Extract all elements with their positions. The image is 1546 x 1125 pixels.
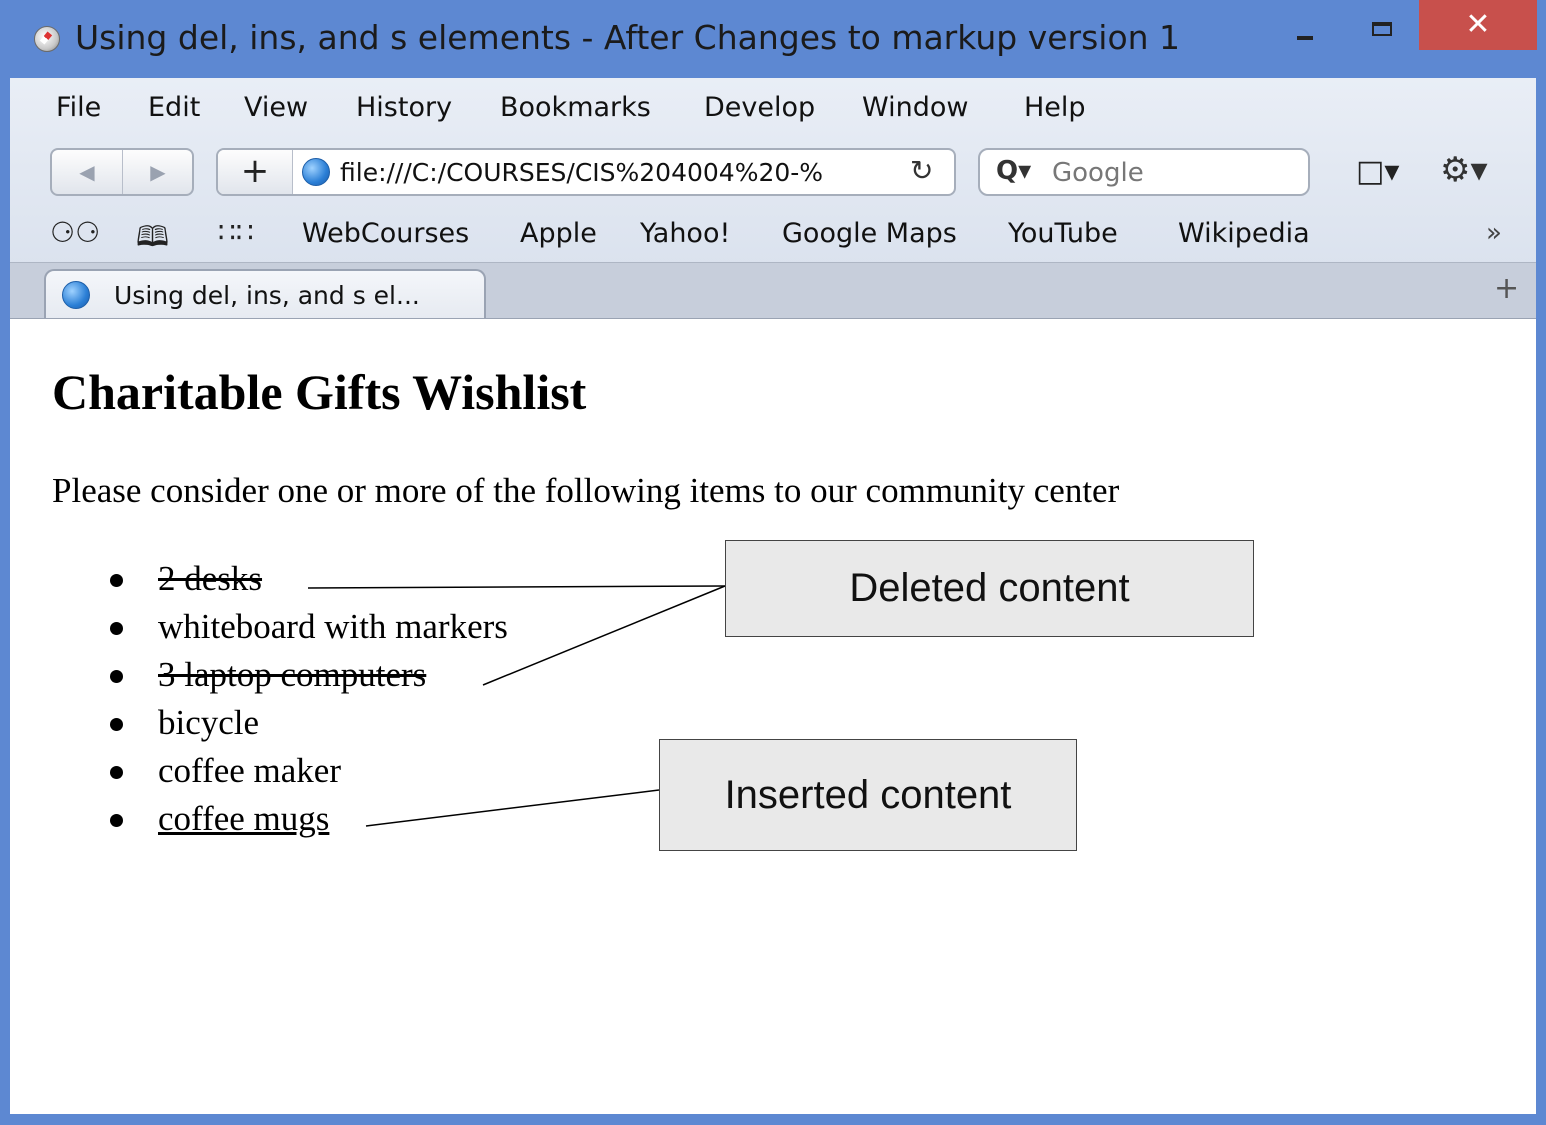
menu-help[interactable]: Help — [1024, 92, 1086, 123]
bookmark-webcourses[interactable]: WebCourses — [302, 218, 469, 249]
menu-history[interactable]: History — [356, 92, 452, 123]
search-icon[interactable]: Q▾ — [996, 156, 1031, 186]
reading-list-icon[interactable]: ⚆⚆ — [50, 216, 100, 249]
gear-icon[interactable]: ⚙▾ — [1440, 150, 1488, 190]
globe-icon — [62, 281, 90, 309]
forward-button[interactable]: ▶ — [123, 150, 193, 194]
back-forward-group: ◀ ▶ — [50, 148, 194, 196]
leader-line-laptops — [482, 585, 726, 686]
window-title: Using del, ins, and s elements - After C… — [75, 18, 1181, 57]
bookmarks-bar: ⚆⚆ 🕮 ∷∷ WebCourses Apple Yahoo! Google M… — [10, 208, 1536, 258]
navigation-toolbar: ◀ ▶ + file:///C:/COURSES/CIS%204004%20-%… — [10, 144, 1536, 208]
maximize-button[interactable] — [1360, 0, 1404, 50]
more-bookmarks-icon[interactable]: » — [1486, 218, 1502, 248]
deleted-content-callout: Deleted content — [725, 540, 1254, 637]
inserted-content-callout: Inserted content — [659, 739, 1077, 851]
tab-title: Using del, ins, and s el... — [114, 281, 420, 310]
leader-line-mugs — [365, 789, 660, 827]
url-text[interactable]: file:///C:/COURSES/CIS%204004%20-% — [340, 158, 900, 187]
safari-compass-icon — [34, 26, 60, 52]
reload-icon[interactable]: ↻ — [910, 154, 933, 187]
search-placeholder: Google — [1052, 158, 1144, 188]
leader-line-desks — [307, 585, 726, 589]
callout-leader-lines — [307, 585, 726, 827]
new-tab-button[interactable]: + — [1494, 271, 1519, 306]
grid-icon[interactable]: ∷∷ — [218, 216, 254, 249]
globe-icon — [302, 158, 330, 186]
add-bookmark-button[interactable]: + — [218, 150, 293, 194]
browser-chrome: File Edit View History Bookmarks Develop… — [10, 78, 1536, 319]
minimize-button[interactable] — [1285, 0, 1325, 50]
book-icon[interactable]: 🕮 — [136, 216, 169, 264]
menu-develop[interactable]: Develop — [704, 92, 815, 123]
menu-window[interactable]: Window — [862, 92, 968, 123]
close-button[interactable]: ✕ — [1419, 0, 1537, 50]
bookmark-google-maps[interactable]: Google Maps — [782, 218, 957, 249]
menu-bookmarks[interactable]: Bookmarks — [500, 92, 651, 123]
back-button[interactable]: ◀ — [52, 150, 123, 194]
bookmark-youtube[interactable]: YouTube — [1008, 218, 1118, 249]
browser-window: Using del, ins, and s elements - After C… — [0, 0, 1546, 1125]
search-field[interactable]: Q▾ Google — [978, 148, 1310, 196]
bookmark-wikipedia[interactable]: Wikipedia — [1178, 218, 1310, 249]
menu-file[interactable]: File — [56, 92, 101, 123]
menu-bar: File Edit View History Bookmarks Develop… — [10, 78, 1536, 144]
bookmark-yahoo[interactable]: Yahoo! — [640, 218, 730, 249]
page-content: Charitable Gifts Wishlist Please conside… — [10, 318, 1536, 1114]
address-bar[interactable]: + file:///C:/COURSES/CIS%204004%20-% ↻ — [216, 148, 956, 196]
title-bar: Using del, ins, and s elements - After C… — [0, 0, 1546, 78]
menu-edit[interactable]: Edit — [148, 92, 200, 123]
menu-view[interactable]: View — [244, 92, 308, 123]
tab-bar: Using del, ins, and s el... + — [10, 262, 1536, 319]
bookmark-apple[interactable]: Apple — [520, 218, 597, 249]
tab-active[interactable]: Using del, ins, and s el... — [44, 269, 486, 319]
page-menu-icon[interactable]: □▾ — [1356, 154, 1399, 189]
